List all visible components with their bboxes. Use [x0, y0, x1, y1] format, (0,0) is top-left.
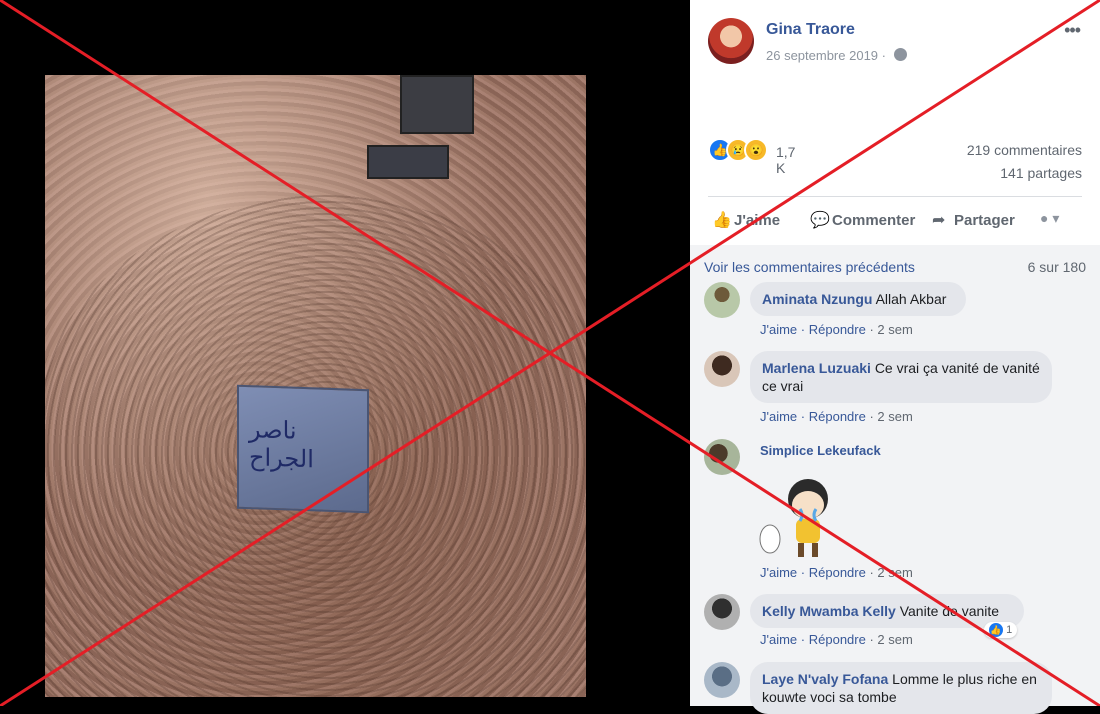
commenter-name[interactable]: Kelly Mwamba Kelly	[762, 603, 896, 619]
crying-sticker	[759, 479, 828, 557]
headstone-inscription: ناصر الجراح	[249, 415, 314, 474]
comment-text: Vanite de vanite	[899, 603, 1000, 619]
photo-pane: ناصر الجراح	[0, 0, 690, 706]
commenter-name[interactable]: Aminata Nzungu	[762, 291, 872, 307]
far-headstone	[400, 75, 474, 134]
comment-reply-link[interactable]: Répondre	[809, 409, 866, 424]
comment-reply-link[interactable]: Répondre	[809, 565, 866, 580]
more-options-icon[interactable]: •••	[1064, 20, 1081, 41]
post-panel: Gina Traore 26 septembre 2019 · ••• 👍 😢 …	[690, 0, 1100, 714]
author-name[interactable]: Gina Traore	[766, 21, 855, 39]
globe-icon	[894, 48, 907, 61]
like-reaction-icon: 👍	[989, 623, 1003, 637]
sticker-leg	[798, 543, 804, 557]
commenter-name[interactable]: Simplice Lekeufack	[760, 443, 881, 458]
comment-like-link[interactable]: J'aime	[760, 565, 797, 580]
comment-time[interactable]: · 2 sem	[869, 632, 912, 647]
like-label: J'aime	[734, 212, 781, 229]
comment-text: Allah Akbar	[875, 291, 947, 307]
comments-section: Voir les commentaires précédents 6 sur 1…	[690, 245, 1100, 714]
headstone: ناصر الجراح	[237, 384, 369, 514]
comment-time[interactable]: · 2 sem	[869, 322, 912, 337]
comment-bubble: Laye N'valy Fofana Lomme le plus riche e…	[750, 662, 1052, 714]
commenter-avatar[interactable]	[704, 439, 740, 475]
sticker-face	[792, 491, 824, 519]
sticker-cat	[759, 524, 781, 554]
commenter-avatar[interactable]	[704, 282, 740, 318]
comment-bubble: Marlena Luzuaki Ce vrai ça vanité de van…	[750, 351, 1052, 403]
share-label: Partager	[954, 212, 1015, 229]
wow-reaction-icon: 😮	[744, 138, 768, 162]
post-date[interactable]: 26 septembre 2019 ·	[766, 48, 886, 63]
reaction-identity-select[interactable]: ● ▾	[1040, 210, 1059, 227]
divider	[708, 196, 1082, 197]
post-photo[interactable]: ناصر الجراح	[45, 75, 586, 697]
comment-like-link[interactable]: J'aime	[760, 632, 797, 647]
comment-like-link[interactable]: J'aime	[760, 322, 797, 337]
share-button[interactable]: ➦ Partager	[932, 210, 1015, 230]
comment-label: Commenter	[832, 212, 916, 229]
chevron-down-icon: ▾	[1052, 210, 1060, 226]
profile-icon: ●	[1040, 210, 1049, 226]
reactions-count: 1,7 K	[776, 144, 796, 176]
commenter-name[interactable]: Marlena Luzuaki	[762, 360, 871, 376]
comment-bubble: Aminata Nzungu Allah Akbar	[750, 282, 966, 316]
view-previous-comments-link[interactable]: Voir les commentaires précédents	[704, 259, 915, 275]
sticker-leg	[812, 543, 818, 557]
thumbs-up-icon: 👍	[712, 212, 732, 229]
commenter-avatar[interactable]	[704, 662, 740, 698]
comment-reply-link[interactable]: Répondre	[809, 632, 866, 647]
comment-actions: J'aime · Répondre · 2 sem	[760, 565, 913, 580]
share-icon: ➦	[932, 212, 946, 229]
commenter-name[interactable]: Laye N'valy Fofana	[762, 671, 888, 687]
comment-time[interactable]: · 2 sem	[869, 409, 912, 424]
comments-count[interactable]: 219 commentaires	[967, 142, 1082, 158]
comment-like-link[interactable]: J'aime	[760, 409, 797, 424]
author-avatar[interactable]	[708, 18, 754, 64]
comment-icon: 💬	[810, 212, 830, 229]
comment-bubble: Kelly Mwamba Kelly Vanite de vanite	[750, 594, 1024, 628]
comment-actions: J'aime · Répondre · 2 sem	[760, 322, 913, 337]
comment-button[interactable]: 💬 Commenter	[810, 210, 915, 230]
commenter-avatar[interactable]	[704, 351, 740, 387]
comment-time[interactable]: · 2 sem	[869, 565, 912, 580]
comments-pagination: 6 sur 180	[1027, 259, 1086, 275]
like-button[interactable]: 👍 J'aime	[712, 210, 780, 230]
comment-like-badge[interactable]: 👍 1	[984, 622, 1018, 638]
comment-like-count: 1	[1006, 624, 1013, 636]
shares-count[interactable]: 141 partages	[1000, 165, 1082, 181]
middle-headstone	[367, 145, 449, 179]
comment-reply-link[interactable]: Répondre	[809, 322, 866, 337]
commenter-avatar[interactable]	[704, 594, 740, 630]
comment-actions: J'aime · Répondre · 2 sem	[760, 409, 913, 424]
comment-actions: J'aime · Répondre · 2 sem	[760, 632, 913, 647]
sticker-body	[796, 519, 820, 543]
